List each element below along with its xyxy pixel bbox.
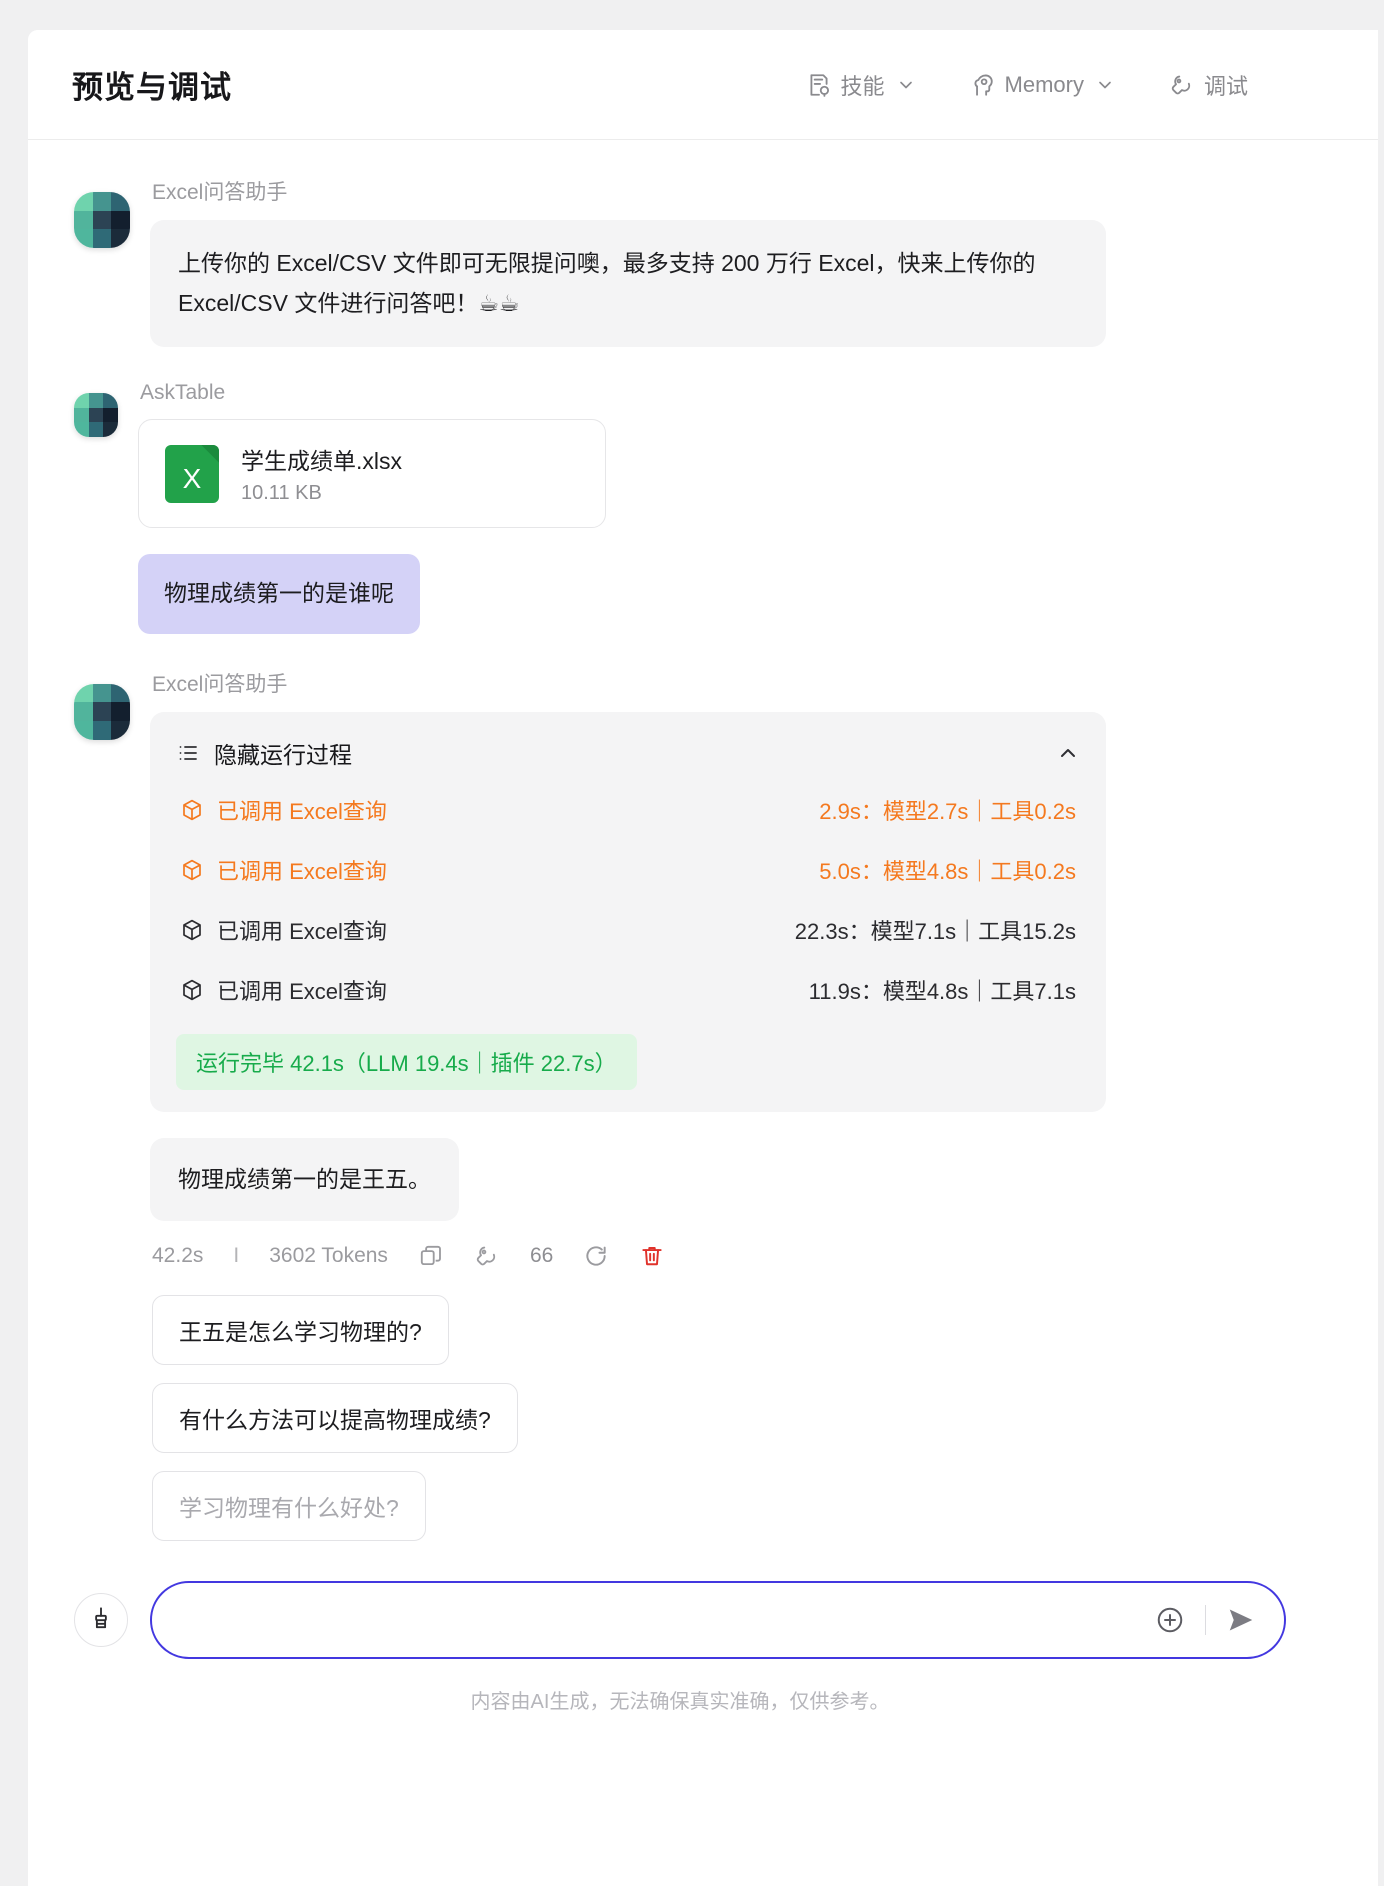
duration-text: 42.2s [152, 1244, 204, 1268]
chevron-up-icon[interactable] [1056, 741, 1080, 765]
assistant-message: 上传你的 Excel/CSV 文件即可无限提问噢，最多支持 200 万行 Exc… [150, 220, 1106, 348]
wrench-icon[interactable] [474, 1243, 500, 1269]
attached-file-card[interactable]: X 学生成绩单.xlsx 10.11 KB [138, 419, 606, 529]
cube-icon [180, 978, 204, 1002]
sender-name: Excel问答助手 [152, 181, 288, 204]
send-icon[interactable] [1226, 1605, 1256, 1635]
process-step-time: 5.0s：模型4.8s｜工具0.2s [819, 858, 1076, 884]
sender-name: Excel问答助手 [152, 672, 288, 696]
memory-label: Memory [1004, 71, 1084, 97]
suggestion-chip[interactable]: 王五是怎么学习物理的? [152, 1295, 449, 1366]
cube-icon [180, 798, 204, 822]
page-title: 预览与调试 [72, 70, 232, 105]
cube-icon [180, 918, 204, 942]
header-actions: 技能 Memory 调试 [806, 69, 1346, 101]
cube-icon [180, 858, 204, 882]
process-step[interactable]: 已调用 Excel查询 11.9s：模型4.8s｜工具7.1s [176, 960, 1080, 1020]
suggestion-chip[interactable]: 有什么方法可以提高物理成绩? [152, 1383, 518, 1454]
assistant-answer: 物理成绩第一的是王五。 [150, 1137, 459, 1222]
message-intro: Excel问答助手 上传你的 Excel/CSV 文件即可无限提问噢，最多支持 … [74, 176, 1332, 348]
process-step-time: 11.9s：模型4.8s｜工具7.1s [808, 978, 1076, 1004]
run-summary-badge: 运行完毕 42.1s（LLM 19.4s｜插件 22.7s） [176, 1033, 637, 1090]
avatar [74, 192, 130, 248]
process-step[interactable]: 已调用 Excel查询 2.9s：模型2.7s｜工具0.2s [176, 780, 1080, 840]
wrench-icon [1169, 72, 1195, 98]
process-step-time: 2.9s：模型2.7s｜工具0.2s [819, 798, 1076, 824]
composer-divider [1205, 1605, 1206, 1636]
debug-label: 调试 [1203, 73, 1248, 99]
list-icon [176, 741, 200, 765]
user-message: 物理成绩第一的是谁呢 [138, 554, 420, 634]
file-name: 学生成绩单.xlsx [241, 448, 402, 475]
memory-button[interactable]: Memory [970, 72, 1115, 98]
process-step[interactable]: 已调用 Excel查询 5.0s：模型4.8s｜工具0.2s [176, 840, 1080, 900]
clear-context-button[interactable] [74, 1593, 128, 1648]
message-input[interactable] [182, 1605, 1155, 1635]
excel-file-icon: X [165, 444, 219, 503]
process-step-label: 已调用 Excel查询 [217, 858, 387, 884]
toggle-run-process[interactable]: 隐藏运行过程 [176, 736, 1080, 770]
plus-circle-icon[interactable] [1155, 1605, 1185, 1635]
file-size: 10.11 KB [241, 482, 322, 505]
window-header: 预览与调试 技能 Memory 调试 [28, 30, 1378, 140]
skills-button[interactable]: 技能 [806, 69, 916, 101]
sender-name: AskTable [140, 381, 226, 405]
meta-separator: I [233, 1244, 240, 1268]
refresh-icon[interactable] [583, 1243, 609, 1269]
chevron-down-icon [896, 75, 916, 95]
message-meta: 42.2s I 3602 Tokens 66 [152, 1243, 1332, 1269]
preview-debug-window: 预览与调试 技能 Memory 调试 Excel问答助手 上传你的 Excel/… [28, 30, 1378, 1886]
ai-disclaimer: 内容由AI生成，无法确保真实准确，仅供参考。 [470, 1691, 890, 1714]
composer-actions [1155, 1605, 1256, 1636]
message-reply: Excel问答助手 隐藏运行过程 已调用 Excel查询 2.9s：模型2.7s… [74, 668, 1332, 1542]
suggestion-chip[interactable]: 学习物理有什么好处? [152, 1471, 426, 1542]
run-process-panel: 隐藏运行过程 已调用 Excel查询 2.9s：模型2.7s｜工具0.2s 已调… [150, 711, 1106, 1112]
message-upload: AskTable X 学生成绩单.xlsx 10.11 KB 物理成绩第一的是谁… [74, 381, 1332, 634]
chevron-down-icon [1095, 75, 1115, 95]
memory-brain-icon [970, 72, 996, 98]
process-step-label: 已调用 Excel查询 [217, 978, 387, 1004]
token-count[interactable]: 66 [530, 1244, 553, 1268]
tokens-text: 3602 Tokens [269, 1244, 388, 1268]
debug-button[interactable]: 调试 [1169, 69, 1248, 101]
copy-icon[interactable] [418, 1243, 444, 1269]
message-input-wrapper[interactable] [150, 1581, 1286, 1660]
skills-label: 技能 [840, 73, 885, 99]
toggle-run-process-label: 隐藏运行过程 [214, 741, 352, 768]
trash-icon[interactable] [639, 1243, 665, 1269]
avatar [74, 393, 118, 438]
avatar [74, 683, 130, 740]
process-step[interactable]: 已调用 Excel查询 22.3s：模型7.1s｜工具15.2s [176, 900, 1080, 960]
process-step-label: 已调用 Excel查询 [217, 798, 387, 824]
broom-icon [88, 1605, 114, 1636]
suggestion-list: 王五是怎么学习物理的? 有什么方法可以提高物理成绩? 学习物理有什么好处? [152, 1295, 1332, 1542]
composer-area [74, 1581, 1332, 1660]
skills-icon [806, 72, 832, 98]
chat-body: Excel问答助手 上传你的 Excel/CSV 文件即可无限提问噢，最多支持 … [28, 140, 1378, 1886]
process-step-time: 22.3s：模型7.1s｜工具15.2s [794, 918, 1076, 944]
conversation: Excel问答助手 上传你的 Excel/CSV 文件即可无限提问噢，最多支持 … [28, 140, 1378, 1886]
process-step-label: 已调用 Excel查询 [217, 918, 387, 944]
